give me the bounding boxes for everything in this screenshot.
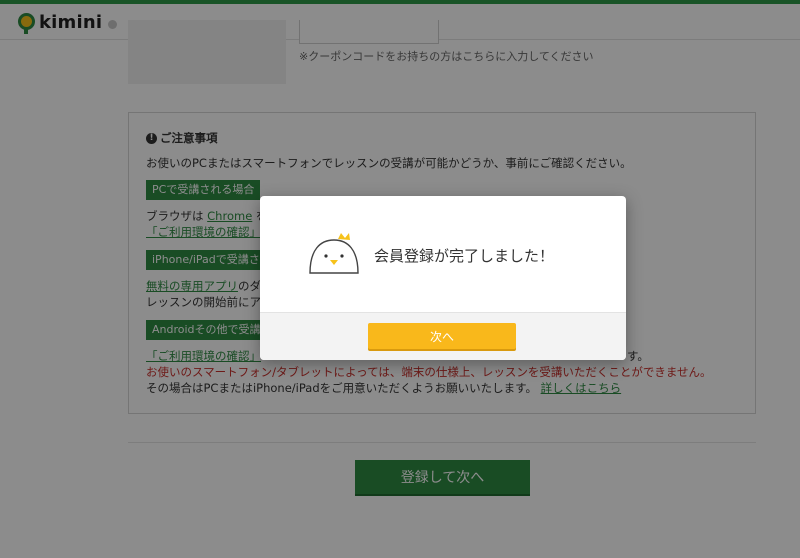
modal-next-button[interactable]: 次へ [368, 323, 516, 349]
modal-footer: 次へ [260, 312, 626, 360]
modal-message: 会員登録が完了しました！ [374, 247, 555, 265]
registration-complete-modal: 会員登録が完了しました！ 次へ [260, 196, 626, 360]
modal-body: 会員登録が完了しました！ [260, 196, 626, 312]
chick-mascot-icon [309, 233, 359, 274]
